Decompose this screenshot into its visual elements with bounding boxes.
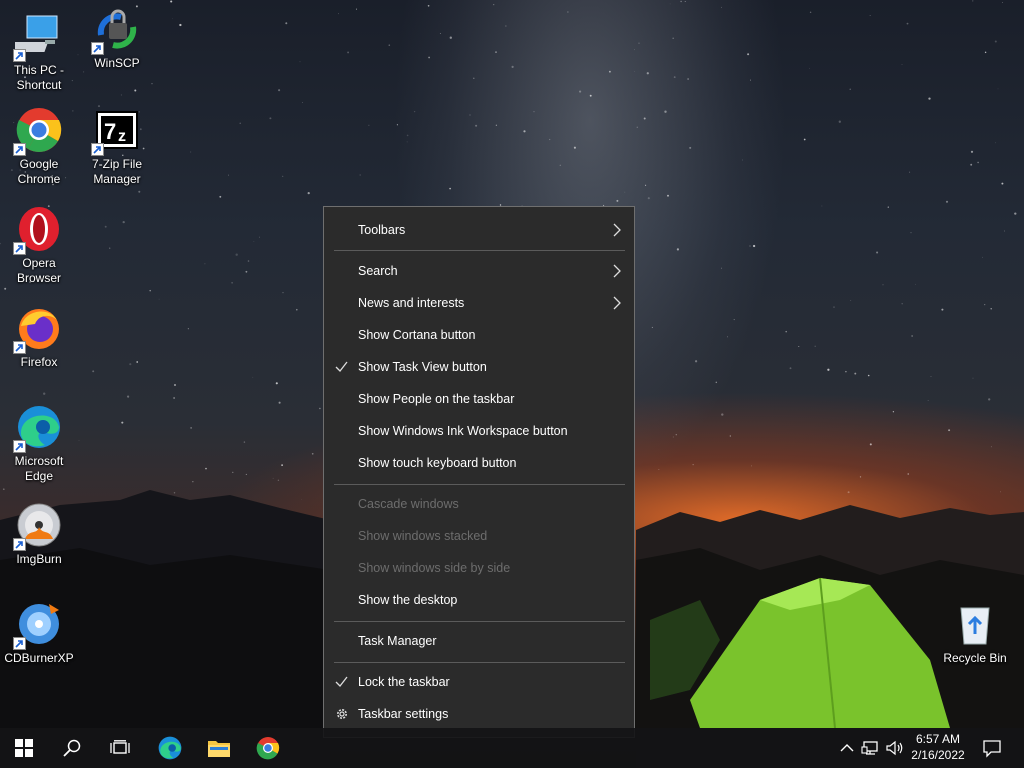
start-button[interactable] — [0, 728, 48, 768]
menu-item-label: Show windows stacked — [358, 529, 488, 543]
notifications-icon[interactable] — [982, 738, 1002, 758]
menu-item-label: Show Cortana button — [358, 328, 476, 342]
taskbar: 6:57 AM 2/16/2022 — [0, 728, 1024, 768]
menu-item-label: Cascade windows — [358, 497, 459, 511]
icon-label-line2: Browser — [16, 271, 61, 285]
chrome-icon — [13, 106, 63, 156]
task-view-icon — [110, 740, 130, 754]
icon-label: This PC - — [13, 63, 64, 77]
icon-label: WinSCP — [94, 56, 140, 70]
menu-item-show-touch-keyboard[interactable]: Show touch keyboard button — [324, 447, 634, 479]
desktop-icon-edge[interactable]: Microsoft Edge — [1, 403, 77, 484]
menu-item-label: Show windows side by side — [358, 561, 511, 575]
firefox-icon — [13, 304, 63, 354]
desktop-icon-7zip[interactable]: 7z 7-Zip File Manager — [79, 106, 155, 187]
search-icon — [63, 739, 81, 757]
chevron-up-icon[interactable] — [837, 738, 857, 758]
chevron-right-icon — [613, 264, 621, 278]
desktop-icon-firefox[interactable]: Firefox — [1, 304, 77, 370]
network-icon[interactable] — [861, 738, 881, 758]
menu-item-taskbar-settings[interactable]: Taskbar settings — [324, 698, 634, 730]
opera-icon — [13, 205, 63, 255]
menu-separator — [334, 250, 625, 251]
7zip-icon: 7z — [91, 106, 141, 156]
icon-label: 7-Zip File — [91, 157, 142, 171]
menu-item-lock-the-taskbar[interactable]: Lock the taskbar — [324, 666, 634, 698]
menu-item-toolbars[interactable]: Toolbars — [324, 214, 634, 246]
menu-item-search[interactable]: Search — [324, 255, 634, 287]
icon-label: Opera — [22, 256, 56, 270]
menu-item-label: Task Manager — [358, 634, 437, 648]
menu-item-show-cortana[interactable]: Show Cortana button — [324, 319, 634, 351]
icon-label-line2: Manager — [93, 172, 141, 186]
menu-separator — [334, 662, 625, 663]
svg-text:z: z — [118, 128, 126, 145]
icon-label: Google — [19, 157, 59, 171]
menu-item-label: Taskbar settings — [358, 707, 449, 721]
start-icon — [15, 739, 33, 757]
edge-icon — [158, 736, 182, 760]
taskbar-edge-button[interactable] — [146, 728, 194, 768]
menu-item-label: Show People on the taskbar — [358, 392, 515, 406]
menu-item-label: Show touch keyboard button — [358, 456, 517, 470]
menu-item-cascade-windows: Cascade windows — [324, 488, 634, 520]
menu-item-label: Toolbars — [358, 223, 406, 237]
task-view-button[interactable] — [96, 728, 144, 768]
search-button[interactable] — [48, 728, 96, 768]
desktop-icon-chrome[interactable]: Google Chrome — [1, 106, 77, 187]
icon-label-line2: Edge — [24, 469, 54, 483]
taskbar-chrome-button[interactable] — [244, 728, 292, 768]
clock-date: 2/16/2022 — [911, 748, 965, 762]
file-explorer-icon — [208, 741, 230, 757]
taskbar-clock[interactable]: 6:57 AM 2/16/2022 — [906, 731, 970, 763]
clock-time: 6:57 AM — [915, 732, 961, 746]
desktop-icon-opera[interactable]: Opera Browser — [1, 205, 77, 286]
cdburnerxp-icon — [13, 600, 63, 650]
menu-item-label: Lock the taskbar — [358, 675, 450, 689]
menu-item-news-and-interests[interactable]: News and interests — [324, 287, 634, 319]
menu-item-show-task-view[interactable]: Show Task View button — [324, 351, 634, 383]
icon-label-line2: Chrome — [17, 172, 61, 186]
menu-item-task-manager[interactable]: Task Manager — [324, 625, 634, 657]
desktop-icon-recycle-bin[interactable]: Recycle Bin — [937, 600, 1013, 666]
computer-icon — [8, 12, 63, 62]
menu-separator — [334, 484, 625, 485]
imgburn-icon — [13, 501, 63, 551]
menu-item-label: News and interests — [358, 296, 465, 310]
menu-item-label: Show Windows Ink Workspace button — [358, 424, 568, 438]
checkmark-icon — [335, 361, 348, 372]
edge-icon — [13, 403, 63, 453]
desktop-icon-cdburnerxp[interactable]: CDBurnerXP — [1, 600, 77, 666]
menu-item-show-the-desktop[interactable]: Show the desktop — [324, 584, 634, 616]
taskbar-file-explorer-button[interactable] — [195, 728, 243, 768]
gear-icon — [337, 709, 347, 719]
winscp-icon — [91, 5, 141, 55]
icon-label: Recycle Bin — [943, 651, 1007, 665]
chevron-right-icon — [613, 223, 621, 237]
desktop-icon-imgburn[interactable]: ImgBurn — [1, 501, 77, 567]
chrome-icon — [256, 737, 280, 760]
menu-item-label: Search — [358, 264, 398, 278]
icon-label: CDBurnerXP — [4, 651, 74, 665]
svg-text:7: 7 — [104, 119, 116, 144]
menu-item-show-windows-stacked: Show windows stacked — [324, 520, 634, 552]
icon-label: ImgBurn — [16, 552, 62, 566]
taskbar-context-menu: Toolbars Search News and interests Show … — [323, 206, 635, 738]
checkmark-icon — [335, 676, 348, 687]
icon-label: Firefox — [20, 355, 58, 369]
desktop-icon-this-pc[interactable]: This PC - Shortcut — [1, 12, 77, 93]
menu-item-show-windows-ink[interactable]: Show Windows Ink Workspace button — [324, 415, 634, 447]
icon-label: Microsoft — [14, 454, 64, 468]
menu-separator — [334, 621, 625, 622]
menu-item-show-windows-side-by-side: Show windows side by side — [324, 552, 634, 584]
menu-item-label: Show the desktop — [358, 593, 458, 607]
desktop-icon-winscp[interactable]: WinSCP — [79, 5, 155, 71]
volume-icon[interactable] — [885, 738, 905, 758]
menu-item-show-people[interactable]: Show People on the taskbar — [324, 383, 634, 415]
icon-label-line2: Shortcut — [16, 78, 62, 92]
menu-item-label: Show Task View button — [358, 360, 487, 374]
recycle-bin-icon — [951, 600, 999, 648]
chevron-right-icon — [613, 296, 621, 310]
